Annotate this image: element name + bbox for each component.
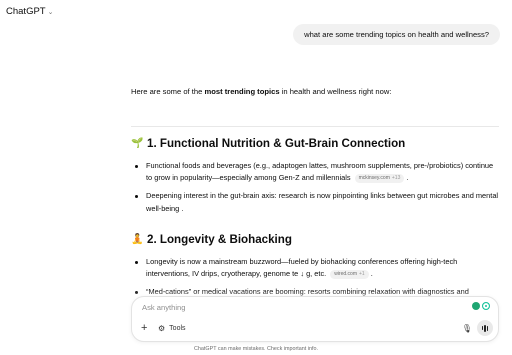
composer: Ask anything + ⚙ Tools 🎙	[131, 296, 499, 342]
bullet-dot	[135, 261, 138, 264]
citation-chip[interactable]: mckinsey.com +13	[354, 174, 405, 184]
section-heading: 🌱 1. Functional Nutrition & Gut-Brain Co…	[131, 137, 501, 150]
tools-button[interactable]: ⚙ Tools	[158, 324, 186, 333]
bullet-text: Longevity is now a mainstream buzzword—f…	[146, 257, 458, 279]
intro-suffix: in health and wellness right now:	[279, 87, 392, 96]
bullet-dot	[135, 165, 138, 168]
top-bar: ChatGPT ⌄	[0, 0, 512, 26]
grammarly-icon[interactable]	[472, 302, 480, 310]
voice-bar	[486, 325, 489, 331]
citation-source: mckinsey.com	[358, 175, 390, 182]
list-item: Longevity is now a mainstream buzzword—f…	[131, 256, 501, 280]
tools-label: Tools	[169, 325, 186, 332]
intro-bold: most trending topics	[204, 87, 280, 96]
mic-icon[interactable]: 🎙	[462, 324, 472, 333]
sliders-icon: ⚙	[158, 324, 166, 333]
list-item: Deepening interest in the gut-brain axis…	[131, 190, 501, 214]
citation-count: +1	[359, 271, 365, 278]
citation-chip[interactable]: wired.com +1	[330, 270, 369, 280]
section-2: 🧘 2. Longevity & Biohacking Longevity is…	[131, 233, 501, 299]
bullet-dot	[135, 195, 138, 199]
citation-source: wired.com	[334, 271, 357, 278]
section-title: 2. Longevity & Biohacking	[147, 233, 292, 246]
bullet-text: Functional foods and beverages (e.g., ad…	[146, 161, 494, 183]
divider	[131, 126, 499, 127]
voice-bar	[484, 324, 486, 332]
message-input[interactable]: Ask anything	[142, 303, 185, 312]
model-selector[interactable]: ChatGPT ⌄	[6, 6, 53, 17]
section-heading: 🧘 2. Longevity & Biohacking	[131, 233, 501, 246]
disclaimer: ChatGPT can make mistakes. Check importa…	[194, 346, 318, 352]
bullet-tail: .	[404, 173, 409, 183]
meditation-icon: 🧘	[131, 234, 144, 245]
list-item: Functional foods and beverages (e.g., ad…	[131, 160, 501, 184]
intro-prefix: Here are some of the	[131, 87, 205, 96]
user-message-bubble: what are some trending topics on health …	[293, 24, 500, 45]
seedling-icon: 🌱	[131, 138, 144, 149]
chevron-down-icon: ⌄	[47, 8, 54, 16]
plus-icon[interactable]: +	[141, 323, 147, 334]
model-label: ChatGPT	[6, 6, 46, 17]
voice-bar	[481, 326, 484, 330]
assistant-extension-icon[interactable]	[482, 302, 490, 310]
bullet-tail: .	[368, 269, 373, 279]
section-title: 1. Functional Nutrition & Gut-Brain Conn…	[147, 137, 406, 150]
section-1: 🌱 1. Functional Nutrition & Gut-Brain Co…	[131, 137, 501, 215]
citation-count: +13	[391, 175, 401, 182]
assistant-intro: Here are some of the most trending topic…	[131, 87, 501, 96]
bullet-text: Deepening interest in the gut-brain axis…	[146, 191, 499, 213]
voice-mode-button[interactable]	[477, 320, 493, 336]
